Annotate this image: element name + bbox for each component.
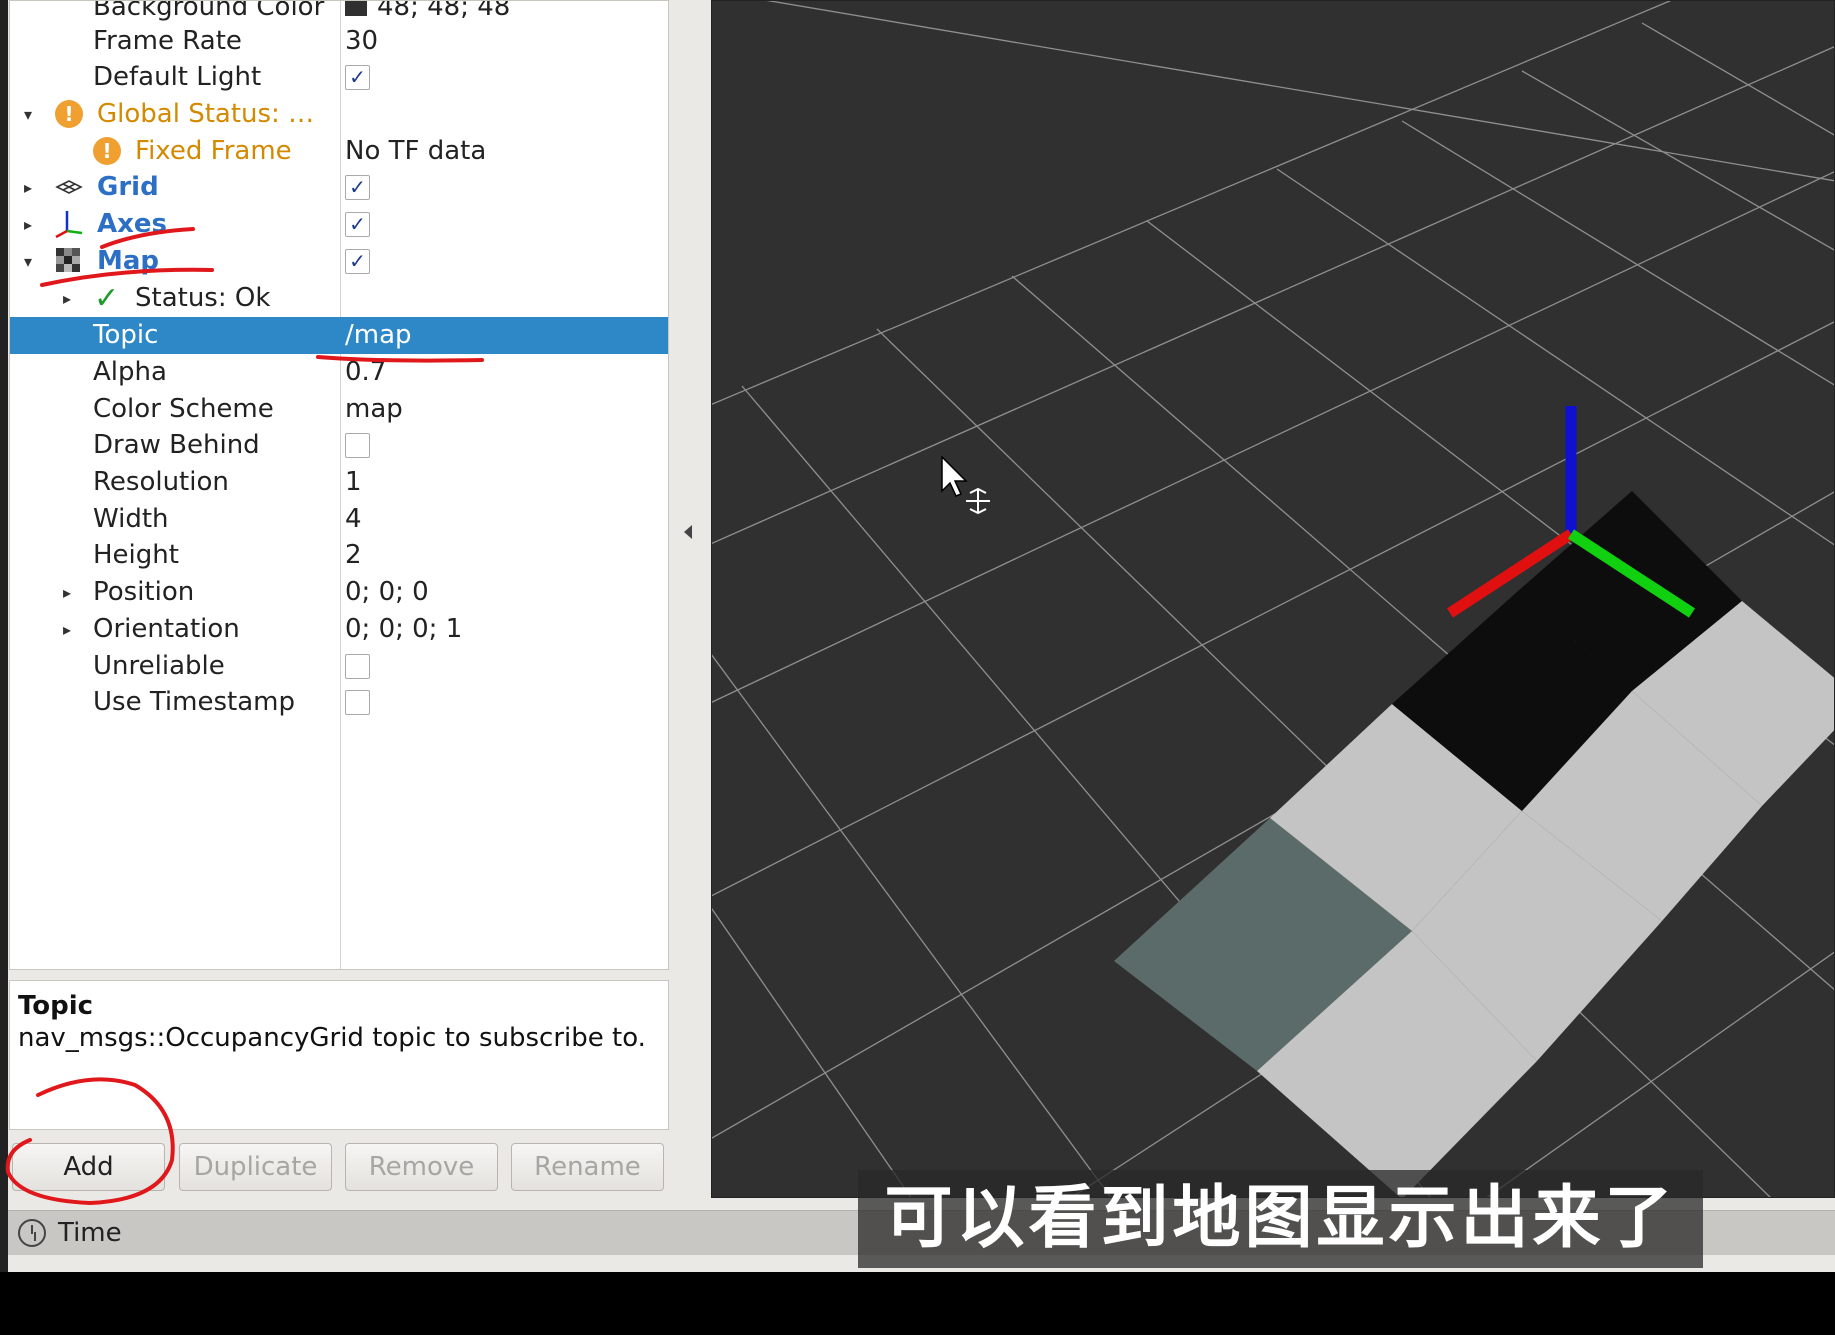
property-label: Position [93, 577, 195, 607]
axes-enabled-checkbox[interactable]: ✓ [345, 212, 370, 237]
3d-scene [712, 1, 1834, 1197]
topic-value[interactable]: /map [345, 317, 412, 354]
resolution-value: 1 [345, 467, 362, 497]
rename-button[interactable]: Rename [511, 1143, 664, 1191]
grid-enabled-checkbox[interactable]: ✓ [345, 175, 370, 200]
axes-icon [55, 211, 83, 239]
row-fixed-frame[interactable]: ! Fixed Frame No TF data [10, 133, 668, 170]
collapse-arrow-icon[interactable]: ▾ [18, 96, 38, 133]
row-display-axes[interactable]: ▸ Axes ✓ [10, 206, 668, 243]
displays-property-tree[interactable]: Background Color 48; 48; 48 Frame Rate 3… [9, 0, 669, 970]
row-topic-selected[interactable]: Topic /map [10, 317, 668, 354]
time-panel-label: Time [58, 1218, 122, 1248]
add-button[interactable]: Add [12, 1143, 165, 1191]
grid-icon [55, 180, 83, 194]
row-color-scheme[interactable]: Color Scheme map [10, 391, 668, 428]
warning-icon: ! [55, 100, 83, 128]
display-name-grid: Grid [97, 172, 159, 202]
panel-splitter[interactable] [672, 0, 710, 1205]
display-name-axes: Axes [97, 209, 168, 239]
color-scheme-value[interactable]: map [345, 391, 403, 428]
collapse-left-arrow-icon[interactable] [684, 525, 692, 539]
property-label: Alpha [93, 357, 167, 387]
status-ok-check-icon: ✓ [94, 281, 120, 316]
row-orientation[interactable]: ▸ Orientation 0; 0; 0; 1 [10, 611, 668, 648]
property-label: Orientation [93, 614, 240, 644]
collapse-arrow-icon[interactable]: ▾ [18, 243, 38, 280]
property-label: Frame Rate [93, 26, 242, 56]
row-frame-rate[interactable]: Frame Rate 30 [10, 23, 668, 60]
duplicate-button[interactable]: Duplicate [179, 1143, 332, 1191]
property-description-panel: Topic nav_msgs::OccupancyGrid topic to s… [9, 980, 669, 1130]
use-timestamp-checkbox[interactable] [345, 690, 370, 715]
global-status-label: Global Status: … [97, 99, 315, 129]
property-label: Unreliable [93, 651, 225, 681]
expand-arrow-icon[interactable]: ▸ [57, 574, 77, 611]
display-name-map: Map [97, 246, 160, 276]
row-resolution[interactable]: Resolution 1 [10, 464, 668, 501]
row-position[interactable]: ▸ Position 0; 0; 0 [10, 574, 668, 611]
property-label: Draw Behind [93, 430, 260, 460]
property-label: Width [93, 504, 169, 534]
color-swatch [345, 1, 367, 16]
row-alpha[interactable]: Alpha 0.7 [10, 354, 668, 391]
row-display-grid[interactable]: ▸ Grid ✓ [10, 169, 668, 206]
row-height[interactable]: Height 2 [10, 537, 668, 574]
height-value: 2 [345, 540, 362, 570]
draw-behind-checkbox[interactable] [345, 433, 370, 458]
expand-arrow-icon[interactable]: ▸ [18, 206, 38, 243]
mouse-cursor-icon [941, 455, 990, 515]
row-width[interactable]: Width 4 [10, 501, 668, 538]
window-edge [0, 0, 8, 1272]
clock-icon [18, 1219, 46, 1247]
row-unreliable[interactable]: Unreliable [10, 648, 668, 685]
property-label: Topic [93, 320, 159, 350]
property-label: Default Light [93, 62, 262, 92]
description-title: Topic [18, 991, 94, 1021]
property-label: Resolution [93, 467, 229, 497]
fixed-frame-value: No TF data [345, 136, 487, 166]
position-value: 0; 0; 0 [345, 577, 429, 607]
background-color-value: 48; 48; 48 [377, 0, 511, 22]
rviz-window: Background Color 48; 48; 48 Frame Rate 3… [0, 0, 1835, 1272]
property-label: Height [93, 540, 179, 570]
alpha-value[interactable]: 0.7 [345, 354, 386, 391]
unreliable-checkbox[interactable] [345, 654, 370, 679]
map-icon [56, 248, 80, 272]
fixed-frame-label: Fixed Frame [135, 136, 292, 166]
row-use-timestamp[interactable]: Use Timestamp [10, 684, 668, 721]
map-status-label: Status: Ok [135, 283, 271, 313]
expand-arrow-icon[interactable]: ▸ [57, 280, 77, 317]
width-value: 4 [345, 504, 362, 534]
row-map-status[interactable]: ▸ ✓ Status: Ok [10, 280, 668, 317]
property-label: Use Timestamp [93, 687, 295, 717]
3d-render-view[interactable] [711, 0, 1835, 1198]
warning-icon: ! [93, 137, 121, 165]
row-display-map[interactable]: ▾ Map ✓ [10, 243, 668, 280]
row-draw-behind[interactable]: Draw Behind [10, 427, 668, 464]
row-default-light[interactable]: Default Light ✓ [10, 59, 668, 96]
map-enabled-checkbox[interactable]: ✓ [345, 249, 370, 274]
expand-arrow-icon[interactable]: ▸ [18, 169, 38, 206]
video-subtitle: 可以看到地图显示出来了 [858, 1170, 1703, 1268]
frame-rate-value[interactable]: 30 [345, 23, 378, 60]
orientation-value: 0; 0; 0; 1 [345, 614, 463, 644]
property-label: Color Scheme [93, 394, 274, 424]
description-text: nav_msgs::OccupancyGrid topic to subscri… [18, 1023, 646, 1053]
row-global-status[interactable]: ▾ ! Global Status: … [10, 96, 668, 133]
default-light-checkbox[interactable]: ✓ [345, 65, 370, 90]
remove-button[interactable]: Remove [345, 1143, 498, 1191]
expand-arrow-icon[interactable]: ▸ [57, 611, 77, 648]
